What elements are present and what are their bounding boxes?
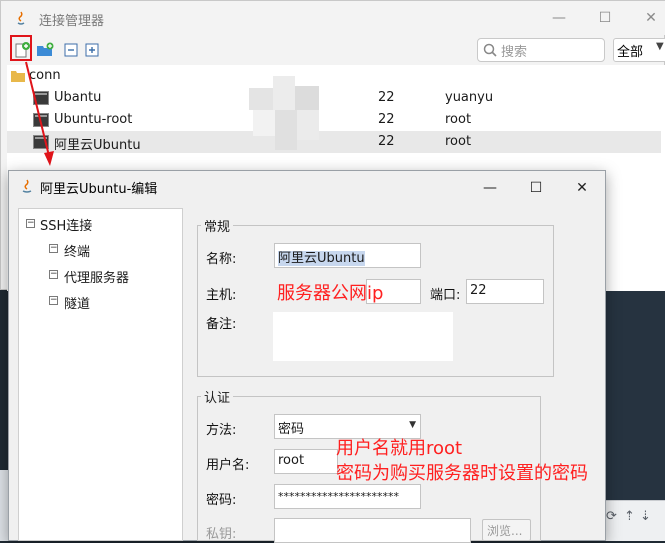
- connection-port: 22: [378, 112, 395, 127]
- chevron-down-icon[interactable]: ▼: [656, 41, 664, 52]
- filter-selected-value: 全部: [617, 45, 644, 60]
- username-label: 用户名:: [206, 458, 250, 473]
- tree-node-tunnel[interactable]: 隧道: [64, 293, 90, 312]
- download-icon: ⇣: [640, 509, 651, 524]
- connection-name: Ubuntu-root: [54, 112, 133, 127]
- tree-row-selected[interactable]: 阿里云Ubuntu 22 root: [7, 131, 661, 153]
- background-app-toolbar: ⟳ ⇡ ⇣: [600, 500, 665, 541]
- name-label: 名称:: [206, 252, 237, 267]
- highlight-box: [10, 35, 32, 61]
- dialog-minimize-button[interactable]: —: [467, 171, 513, 205]
- host-label: 主机:: [206, 288, 237, 303]
- tree-node-terminal[interactable]: 终端: [64, 241, 90, 260]
- redaction-mosaic: [249, 76, 323, 158]
- private-key-label: 私钥:: [206, 527, 237, 542]
- settings-tree: [18, 208, 183, 541]
- password-value: **********************: [278, 490, 399, 503]
- tree-node-ssh[interactable]: SSH连接: [40, 215, 92, 234]
- tree-folder-label: conn: [29, 68, 61, 83]
- new-folder-button[interactable]: [34, 39, 56, 61]
- tree-node-proxy[interactable]: 代理服务器: [64, 267, 129, 286]
- expand-all-button[interactable]: [81, 39, 103, 61]
- connection-port: 22: [378, 90, 395, 105]
- close-button[interactable]: ✕: [628, 1, 665, 35]
- port-field[interactable]: 22: [466, 279, 544, 304]
- folder-icon: [11, 71, 25, 82]
- chevron-down-icon: ▼: [409, 420, 416, 430]
- method-label: 方法:: [206, 423, 237, 438]
- java-app-icon: [17, 11, 25, 25]
- expand-icon: [85, 43, 99, 57]
- private-key-field[interactable]: [274, 518, 471, 543]
- name-field[interactable]: 阿里云Ubuntu: [274, 243, 421, 268]
- collapse-all-button[interactable]: [60, 39, 82, 61]
- auth-annotation-line2: 密码为购买服务器时设置的密码: [336, 463, 588, 484]
- java-app-icon: [22, 179, 32, 193]
- search-placeholder: 搜索: [501, 45, 528, 60]
- password-field[interactable]: **********************: [274, 484, 421, 509]
- collapse-toggle-icon[interactable]: −: [26, 219, 35, 228]
- auth-group-title: 认证: [201, 387, 234, 406]
- note-label: 备注:: [206, 317, 237, 332]
- tree-bullet-icon: −: [49, 243, 58, 253]
- window-title: 连接管理器: [39, 14, 105, 29]
- note-textarea[interactable]: [273, 312, 453, 361]
- dialog-maximize-button[interactable]: ☐: [513, 171, 559, 205]
- tree-row[interactable]: Ubuntu-root 22 root: [7, 109, 661, 131]
- connection-user: root: [445, 112, 472, 127]
- name-value: 阿里云Ubuntu: [278, 251, 365, 266]
- connection-user: root: [445, 134, 472, 149]
- refresh-icon: ⟳: [606, 509, 617, 524]
- upload-icon: ⇡: [624, 509, 635, 524]
- connection-name: 阿里云Ubuntu: [54, 138, 141, 153]
- search-input[interactable]: [477, 38, 605, 62]
- terminal-icon: [33, 91, 49, 105]
- port-value: 22: [470, 283, 487, 298]
- search-icon: [483, 43, 497, 57]
- terminal-icon: [33, 135, 49, 149]
- port-label: 端口:: [430, 288, 461, 303]
- collapse-icon: [64, 43, 78, 57]
- terminal-icon: [33, 113, 49, 127]
- dialog-title: 阿里云Ubuntu-编辑: [40, 182, 158, 197]
- host-annotation: 服务器公网ip: [277, 283, 384, 304]
- new-folder-icon: [37, 42, 54, 56]
- tree-bullet-icon: −: [49, 269, 58, 279]
- maximize-button[interactable]: ☐: [582, 1, 628, 35]
- minimize-button[interactable]: —: [536, 1, 582, 35]
- username-value: root: [278, 453, 305, 468]
- general-group-title: 常规: [201, 216, 234, 235]
- connection-name: Ubantu: [54, 90, 102, 105]
- method-value: 密码: [278, 422, 305, 437]
- browse-button[interactable]: 浏览...: [482, 519, 531, 541]
- connection-port: 22: [378, 134, 395, 149]
- password-label: 密码:: [206, 493, 237, 508]
- title-bar: 连接管理器 — ☐ ✕: [1, 1, 665, 35]
- tree-folder-conn[interactable]: conn: [7, 65, 661, 87]
- username-field[interactable]: root: [274, 449, 338, 474]
- auth-annotation-line1: 用户名就用root: [336, 438, 463, 459]
- tree-row[interactable]: Ubantu 22 yuanyu: [7, 87, 661, 109]
- connection-user: yuanyu: [445, 90, 494, 105]
- dialog-close-button[interactable]: ✕: [559, 171, 605, 205]
- tree-bullet-icon: −: [49, 295, 58, 305]
